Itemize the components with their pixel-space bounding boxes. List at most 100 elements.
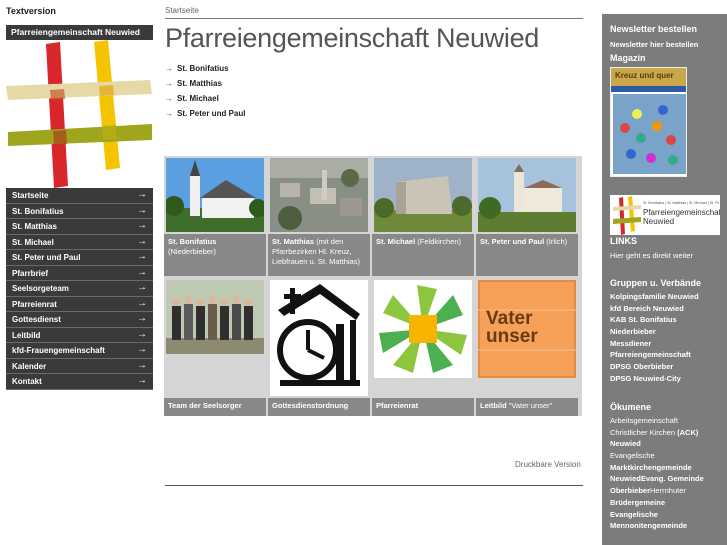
nav-label: kfd-Frauengemeinschaft: [12, 346, 105, 355]
tile-caption: St. Bonifatius (Niederbieber): [164, 234, 266, 276]
arrow-right-icon: →: [137, 359, 147, 371]
oekumene-item[interactable]: Evangelische: [610, 451, 704, 463]
church-photo-bonifatius: [166, 158, 264, 232]
gruppen-item[interactable]: Messdiener: [610, 339, 699, 351]
nav-label: St. Peter und Paul: [12, 253, 81, 262]
arrow-right-icon: →: [137, 220, 147, 231]
sub-link-label: St. Bonifatius: [177, 64, 229, 73]
nav-item-kalender[interactable]: Kalender →: [6, 358, 153, 374]
tile-caption: St. Matthias (mit den Pfarrbezirken Hl. …: [268, 234, 370, 276]
gruppen-item[interactable]: kfd Bereich Neuwied: [610, 304, 699, 316]
pfarreienrat-logo: [374, 280, 472, 378]
nav-item-kfd-frauengemeinschaft[interactable]: kfd-Frauengemeinschaft →: [6, 343, 153, 359]
oekumene-item[interactable]: Marktkirchengemeinde: [610, 463, 704, 475]
arrow-right-icon: →: [137, 297, 147, 309]
nav-item-leitbild[interactable]: Leitbild →: [6, 327, 153, 343]
oekumene-list: Arbeitsgemeinschaft Christlicher Kirchen…: [610, 416, 704, 533]
parish-logo[interactable]: [6, 40, 153, 188]
gruppen-item[interactable]: Niederbieber: [610, 327, 699, 339]
arrow-right-icon: →: [165, 79, 173, 88]
gruppen-item[interactable]: DPSG Neuwied-City: [610, 374, 699, 386]
gruppen-item[interactable]: DPSG Oberbieber: [610, 362, 699, 374]
nav-label: Kontakt: [12, 377, 42, 386]
arrow-right-icon: →: [137, 375, 147, 386]
tile-gottesdienstordnung[interactable]: Gottesdienstordnung: [268, 278, 370, 416]
oekumene-item[interactable]: Neuwied: [610, 439, 704, 451]
nav-item-st-matthias[interactable]: St. Matthias →: [6, 219, 153, 235]
vater-unser-text: Vater unser: [486, 308, 538, 347]
tile-st-peter-und-paul[interactable]: St. Peter und Paul (Irlich): [476, 156, 578, 276]
oekumene-item[interactable]: Brüdergemeine: [610, 498, 704, 510]
neuwied-logo[interactable]: St. Bonifatius | St. Matthias | St. Mich…: [610, 195, 720, 235]
tile-st-michael[interactable]: St. Michael (Feldkirchen): [372, 156, 474, 276]
nav-label: St. Michael: [12, 237, 54, 247]
sub-link-st-matthias[interactable]: → St. Matthias: [165, 79, 245, 94]
arrow-right-icon: →: [137, 204, 147, 216]
nav-item-pfarrbrief[interactable]: Pfarrbrief →: [6, 265, 153, 281]
oekumene-item[interactable]: NeuwiedEvang. Gemeinde: [610, 474, 704, 486]
links-link[interactable]: Hier geht es direkt weiter: [610, 251, 693, 260]
church-photo-peter-und-paul: [478, 158, 576, 232]
magazin-title: Kreuz und quer: [615, 71, 674, 80]
tile-st-bonifatius[interactable]: St. Bonifatius (Niederbieber): [164, 156, 266, 276]
breadcrumb[interactable]: Startseite: [165, 6, 199, 15]
arrow-right-icon: →: [137, 189, 147, 200]
left-navigation: Startseite → St. Bonifatius → St. Matthias…: [6, 188, 153, 390]
neuwied-logo-small-text: St. Bonifatius | St. Matthias | St. Mich…: [643, 201, 719, 205]
links-heading: LINKS: [610, 236, 637, 246]
oekumene-item[interactable]: Christlicher Kirchen (ACK): [610, 428, 704, 440]
tile-pfarreienrat[interactable]: Pfarreienrat: [372, 278, 474, 416]
gruppen-item[interactable]: Kolpingsfamilie Neuwied: [610, 292, 699, 304]
arrow-right-icon: →: [137, 328, 147, 340]
nav-label: Startseite: [12, 191, 49, 200]
sub-link-st-michael[interactable]: → St. Michael: [165, 94, 245, 109]
sub-link-st-peter-und-paul[interactable]: → St. Peter und Paul: [165, 109, 245, 124]
nav-item-seelsorgeteam[interactable]: Seelsorgeteam →: [6, 281, 153, 297]
tile-caption: St. Michael (Feldkirchen): [372, 234, 474, 276]
druckbare-version-link[interactable]: Druckbare Version: [515, 460, 581, 469]
oekumene-item[interactable]: Arbeitsgemeinschaft: [610, 416, 704, 428]
nav-item-pfarreienrat[interactable]: Pfarreienrat →: [6, 296, 153, 312]
parish-tab[interactable]: Pfarreiengemeinschaft Neuwied: [6, 25, 153, 40]
arrow-right-icon: →: [137, 235, 147, 247]
nav-item-st-bonifatius[interactable]: St. Bonifatius →: [6, 203, 153, 219]
nav-item-kontakt[interactable]: Kontakt →: [6, 374, 153, 390]
tile-st-matthias[interactable]: St. Matthias (mit den Pfarrbezirken Hl. …: [268, 156, 370, 276]
sub-link-label: St. Michael: [177, 94, 219, 103]
oekumene-item[interactable]: Mennonitengemeinde: [610, 521, 704, 533]
tile-leitbild[interactable]: Vater unser Leitbild "Vater unser": [476, 278, 578, 416]
gruppen-heading: Gruppen u. Verbände: [610, 278, 702, 288]
arrow-right-icon: →: [137, 344, 147, 355]
magazin-heading: Magazin: [610, 53, 646, 63]
gruppen-item[interactable]: KAB St. Bonifatius: [610, 315, 699, 327]
tile-team-der-seelsorger[interactable]: Team der Seelsorger: [164, 278, 266, 416]
arrow-right-icon: →: [137, 282, 147, 293]
magazin-cover[interactable]: Kreuz und quer: [610, 67, 687, 177]
arrow-right-icon: →: [165, 94, 173, 103]
divider: [165, 18, 583, 19]
nav-label: Gottesdienst: [12, 315, 61, 324]
newsletter-link[interactable]: Newsletter hier bestellen: [610, 40, 698, 49]
divider: [165, 485, 583, 486]
tile-caption: Gottesdienstordnung: [268, 398, 370, 416]
clock-church-art: [270, 280, 368, 396]
nav-item-gottesdienst[interactable]: Gottesdienst →: [6, 312, 153, 328]
nav-label: Kalender: [12, 361, 47, 371]
nav-label: Pfarreienrat: [12, 299, 57, 309]
sub-link-label: St. Matthias: [177, 79, 222, 88]
nav-item-st-peter-und-paul[interactable]: St. Peter und Paul →: [6, 250, 153, 266]
oekumene-item[interactable]: OberbieberHerrnhuter: [610, 486, 704, 498]
sub-link-st-bonifatius[interactable]: → St. Bonifatius: [165, 64, 245, 79]
tile-caption: Leitbild "Vater unser": [476, 398, 578, 416]
arrow-right-icon: →: [137, 251, 147, 262]
nav-item-st-michael[interactable]: St. Michael →: [6, 234, 153, 250]
gruppen-item[interactable]: Pfarreiengemeinschaft: [610, 350, 699, 362]
church-photo-matthias: [270, 158, 368, 232]
team-photo: [166, 280, 264, 354]
nav-item-startseite[interactable]: Startseite →: [6, 188, 153, 204]
arrow-right-icon: →: [137, 313, 147, 324]
oekumene-item[interactable]: Evangelische: [610, 510, 704, 522]
textversion-link[interactable]: Textversion: [6, 6, 56, 16]
nav-label: Leitbild: [12, 330, 41, 340]
nav-label: Pfarrbrief: [12, 268, 49, 278]
